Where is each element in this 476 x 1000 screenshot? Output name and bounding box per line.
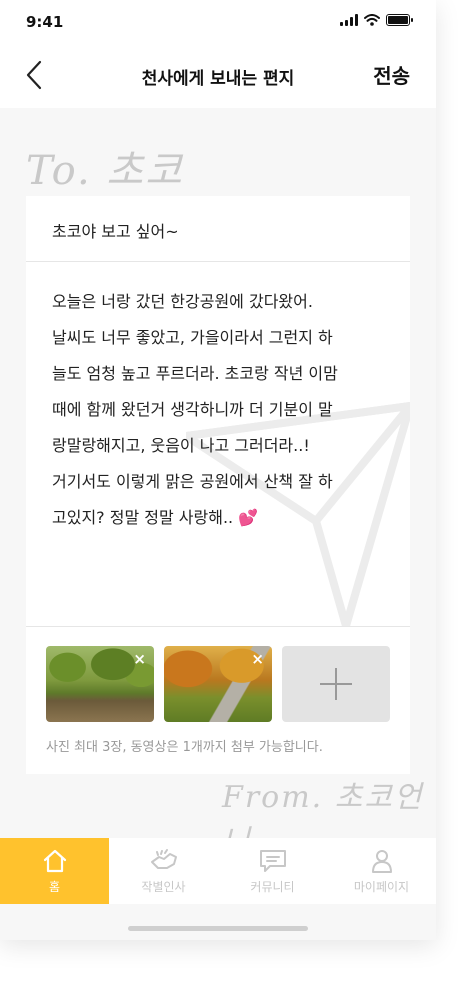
tab-label: 홈 — [48, 879, 61, 894]
attachment-divider — [26, 626, 410, 627]
remove-photo-button[interactable]: × — [251, 652, 264, 667]
attachment-notice: 사진 최대 3장, 동영상은 1개까지 첨부 가능합니다. — [46, 740, 323, 755]
status-bar: 9:41 — [0, 0, 436, 44]
status-icons — [340, 14, 413, 26]
tab-label: 커뮤니티 — [250, 879, 295, 894]
send-button[interactable]: 전송 — [373, 60, 410, 89]
letter-card: 초코야 보고 싶어~ 오늘은 너랑 갔던 한강공원에 갔다왔어. 날씨도 너무 … — [26, 196, 410, 774]
home-icon — [43, 849, 66, 872]
cellular-signal-icon — [340, 14, 358, 26]
attachment-list: × × — [46, 646, 390, 722]
tab-home[interactable]: 홈 — [0, 838, 109, 904]
phone-screen: 9:41 천사에게 보내는 편지 전송 To. 초코 초코야 보고 싶어~ 오늘… — [0, 0, 436, 940]
letter-body[interactable]: 오늘은 너랑 갔던 한강공원에 갔다왔어. 날씨도 너무 좋았고, 가을이라서 … — [52, 284, 392, 536]
home-indicator — [128, 926, 308, 931]
person-icon — [371, 849, 392, 873]
subject-field[interactable]: 초코야 보고 싶어~ — [26, 196, 410, 262]
hands-icon — [150, 848, 177, 869]
remove-photo-button[interactable]: × — [133, 652, 146, 667]
tab-farewell[interactable]: 작별인사 — [109, 838, 218, 904]
add-photo-button[interactable] — [282, 646, 390, 722]
navigation-bar: 천사에게 보내는 편지 전송 — [0, 44, 436, 108]
tab-label: 작별인사 — [141, 879, 186, 894]
to-handwriting: To. 초코 — [26, 148, 184, 194]
wifi-icon — [364, 14, 380, 26]
status-time: 9:41 — [26, 13, 64, 31]
tab-community[interactable]: 커뮤니티 — [218, 838, 327, 904]
chat-bubble-icon — [259, 849, 286, 872]
tab-bar: 홈 작별인사 커뮤니티 마이페이지 — [0, 838, 436, 904]
tab-mypage[interactable]: 마이페이지 — [327, 838, 436, 904]
park-photo[interactable]: × — [46, 646, 154, 722]
tab-label: 마이페이지 — [353, 879, 410, 894]
autumn-path-photo[interactable]: × — [164, 646, 272, 722]
page-title: 천사에게 보내는 편지 — [141, 69, 295, 89]
battery-icon — [386, 14, 413, 26]
